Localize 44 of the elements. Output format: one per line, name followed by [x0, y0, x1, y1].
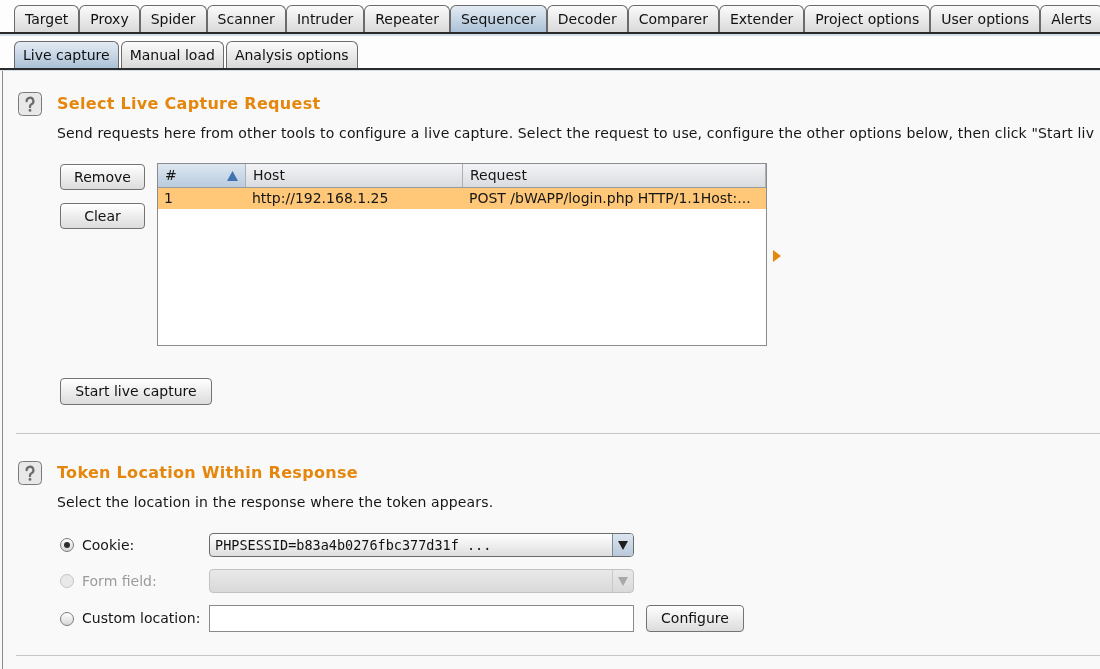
table-action-button[interactable]: Clear — [60, 203, 145, 229]
tab[interactable]: Decoder — [546, 5, 628, 32]
tab[interactable]: Target — [14, 5, 80, 32]
section-title: Select Live Capture Request — [57, 93, 321, 115]
tab[interactable]: Alerts — [1040, 5, 1100, 32]
option-label: Custom location: — [82, 609, 201, 628]
tab[interactable]: Sequencer — [449, 5, 547, 32]
tab[interactable]: Scanner — [206, 5, 286, 32]
radio-button[interactable] — [60, 538, 74, 552]
column-header[interactable]: Request — [463, 164, 766, 187]
dropdown[interactable]: PHPSESSID=b83a4b0276fbc377d31f ... — [209, 533, 634, 557]
caret-icon — [618, 540, 628, 550]
tab[interactable]: Proxy — [79, 5, 140, 32]
tab[interactable]: Extender — [718, 5, 805, 32]
table-cell-text: http://192.168.1.25 — [251, 189, 390, 208]
tab[interactable]: Repeater — [364, 5, 450, 32]
column-header[interactable]: # — [158, 164, 246, 187]
radio-button[interactable] — [60, 611, 74, 626]
help-icon[interactable] — [18, 92, 42, 116]
tab[interactable]: Intruder — [285, 5, 365, 32]
option-label: Cookie: — [82, 535, 135, 555]
configure-button[interactable]: Configure — [646, 605, 744, 632]
table-action-button[interactable]: Remove — [60, 164, 145, 190]
tab[interactable]: User options — [930, 5, 1041, 32]
column-header[interactable]: Host — [246, 164, 463, 187]
tab[interactable]: Manual load — [120, 41, 224, 68]
table-cell-text: POST /bWAPP/login.php HTTP/1.1Host:... — [468, 189, 752, 208]
caret-icon — [618, 576, 628, 586]
tab[interactable]: Analysis options — [225, 41, 358, 68]
help-icon[interactable] — [18, 461, 42, 485]
table-cell-text: 1 — [163, 189, 174, 208]
tab[interactable]: Spider — [139, 5, 207, 32]
tab[interactable]: Project options — [804, 5, 931, 32]
section-description: Select the location in the response where the token appears. — [57, 494, 495, 510]
section-title: Token Location Within Response — [57, 462, 358, 484]
tab[interactable]: Comparer — [627, 5, 719, 32]
sort-up-icon — [227, 170, 238, 181]
section-description: Send requests here from other tools to configure a live capture. Select the request to use, configure the other options below, then click "Start liv — [57, 125, 1096, 141]
option-label: Form field: — [82, 571, 157, 591]
tab[interactable]: Live capture — [14, 41, 119, 68]
arrow-right-icon[interactable] — [773, 250, 781, 262]
start-capture-button[interactable]: Start live capture — [60, 378, 212, 405]
table-row[interactable]: 1 http://192.168.1.25 POST /bWAPP/login.php HTTP/1.1Host:... — [158, 188, 766, 209]
text-input[interactable] — [209, 605, 634, 632]
